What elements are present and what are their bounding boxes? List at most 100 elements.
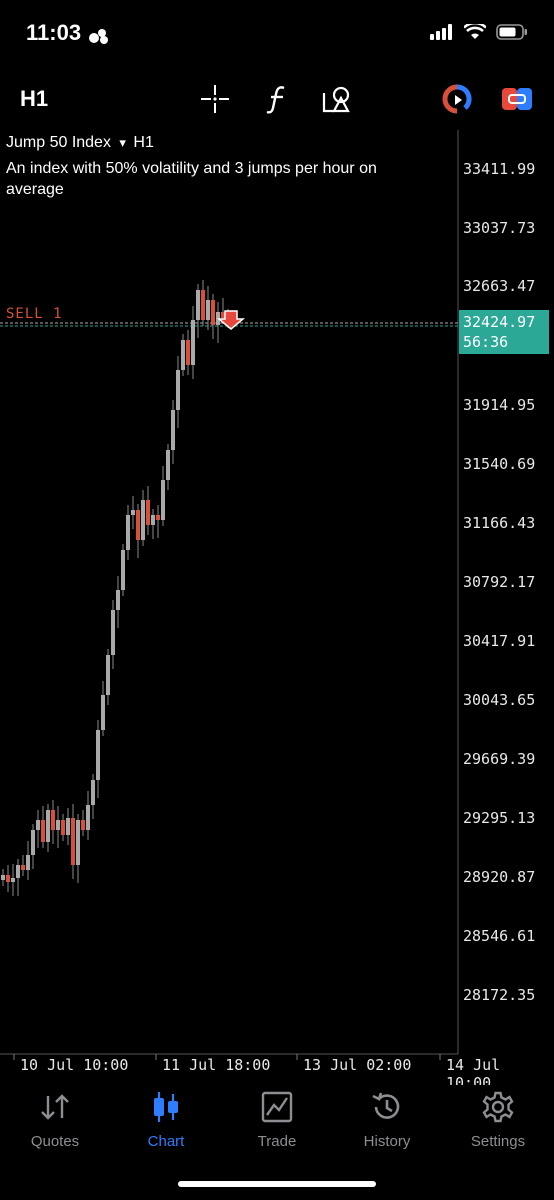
trade-icon [261,1091,293,1123]
candle-body [6,875,10,882]
candle-body [31,830,35,855]
candle-body [166,450,170,480]
battery-icon [496,24,527,40]
timeframe-button[interactable]: H1 [20,86,48,112]
candle-body [86,805,90,830]
time-axis-label: 13 Jul 02:00 [303,1056,412,1074]
nav-trade-label: Trade [257,1133,297,1150]
candle-body [186,340,190,365]
status-time: 11:03 [26,20,82,45]
candle-body [21,865,25,870]
nav-quotes-label: Quotes [30,1133,80,1150]
chart-timeframe: H1 [133,134,154,151]
price-axis-label: 33411.99 [463,160,536,178]
nav-settings-label: Settings [470,1133,526,1150]
price-axis-label: 30043.65 [463,691,536,709]
candle-body [76,820,80,865]
nav-chart[interactable]: Chart [111,1089,221,1159]
crosshair-button[interactable] [198,82,232,116]
candle-body [211,300,215,325]
function-icon [266,86,285,114]
candle-body [81,820,85,830]
nav-quotes[interactable]: Quotes [0,1089,110,1159]
price-axis-label: 28546.61 [463,927,536,945]
candle-body [196,290,200,320]
price-axis-label: 29669.39 [463,750,536,768]
candle-body [46,810,50,842]
candle-body [181,340,185,370]
nav-history-label: History [363,1133,411,1150]
candle-body [136,510,140,540]
nav-settings[interactable]: Settings [443,1089,553,1159]
time-axis-label: 10 Jul 10:00 [20,1056,129,1074]
price-axis-label: 30417.91 [463,632,536,650]
candle-body [151,515,155,525]
candle-body [71,818,75,865]
candle-body [91,780,95,805]
price-axis-label: 31914.95 [463,396,536,414]
candle-body [96,730,100,780]
nav-history[interactable]: History [332,1089,442,1159]
candle-body [16,865,20,878]
candle-body [191,320,195,365]
chart-icon [154,1092,178,1122]
candle-body [126,515,130,550]
nav-trade[interactable]: Trade [222,1089,332,1159]
current-price: 32424.97 [463,313,536,331]
settings-icon [482,1091,514,1123]
candle-body [36,820,40,830]
chart-toolbar: H1 [0,70,554,128]
crosshair-icon [201,85,229,113]
candle-body [141,500,145,540]
price-axis-label: 28172.35 [463,986,536,1004]
candle-body [66,818,70,835]
candle-body [161,480,165,520]
price-axis-label: 30792.17 [463,573,536,591]
signal-icon [442,84,472,114]
symbol-description: An index with 50% volatility and 3 jumps… [6,160,377,198]
objects-button[interactable] [320,82,354,116]
candle-body [1,875,5,880]
wifi-icon [464,24,486,39]
home-indicator [178,1181,376,1187]
price-axis-label: 32663.47 [463,277,536,295]
candle-body [206,300,210,320]
current-price-tag: 32424.97 56:36 [459,310,549,354]
chart-symbol-title[interactable]: Jump 50 Index ▾ H1 [6,134,154,152]
price-chart[interactable]: Jump 50 Index ▾ H1 An index with 50% vol… [0,130,554,1092]
candle-body [61,820,65,835]
time-axis-label: 11 Jul 18:00 [162,1056,271,1074]
price-axis-label: 31166.43 [463,514,536,532]
candle-body [101,695,105,730]
candle-body [111,610,115,655]
price-axis-label: 28920.87 [463,868,536,886]
status-bar: 11:03 [0,0,554,70]
nav-chart-label: Chart [147,1133,185,1150]
notification-dots-icon [89,29,108,44]
signal-button[interactable] [440,82,474,116]
candle-body [176,370,180,410]
candle-body [116,590,120,610]
candle-body [131,510,135,515]
trade-toggle-icon [502,88,532,110]
candle-body [51,810,55,830]
candle-body [41,820,45,842]
one-click-trade-button[interactable] [500,82,534,116]
status-icons [430,24,528,40]
sell-order-label[interactable]: SELL 1 [6,306,63,322]
price-axis-label: 33037.73 [463,219,536,237]
price-axis-label: 31540.69 [463,455,536,473]
bar-countdown: 56:36 [463,333,509,351]
price-axis-label: 29295.13 [463,809,536,827]
dropdown-arrow-icon: ▾ [119,135,126,150]
candle-body [56,820,60,830]
candle-body [11,878,15,882]
objects-icon [322,86,350,113]
indicators-button[interactable] [260,82,294,116]
quotes-icon [41,1094,69,1120]
symbol-name: Jump 50 Index [6,134,111,151]
candle-body [171,410,175,450]
candle-body [201,290,205,320]
candle-body [26,855,30,870]
history-icon [372,1092,400,1119]
